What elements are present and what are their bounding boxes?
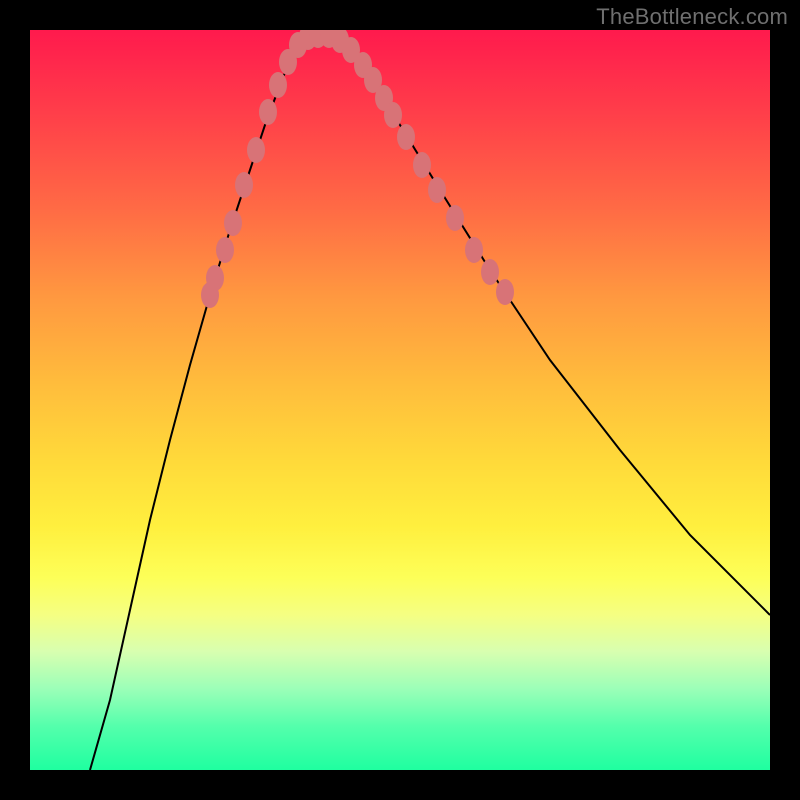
curve-marker (496, 279, 514, 305)
curve-marker (481, 259, 499, 285)
curve-marker (384, 102, 402, 128)
marker-layer (201, 30, 514, 308)
curve-marker (269, 72, 287, 98)
curve-layer (90, 35, 770, 770)
curve-marker (413, 152, 431, 178)
curve-marker (259, 99, 277, 125)
curve-marker (428, 177, 446, 203)
curve-marker (247, 137, 265, 163)
watermark-text: TheBottleneck.com (596, 4, 788, 30)
bottleneck-curve (90, 35, 770, 770)
curve-marker (446, 205, 464, 231)
plot-area (30, 30, 770, 770)
chart-svg (30, 30, 770, 770)
curve-marker (235, 172, 253, 198)
curve-marker (465, 237, 483, 263)
chart-frame: TheBottleneck.com (0, 0, 800, 800)
curve-marker (216, 237, 234, 263)
curve-marker (397, 124, 415, 150)
curve-marker (206, 265, 224, 291)
curve-marker (224, 210, 242, 236)
